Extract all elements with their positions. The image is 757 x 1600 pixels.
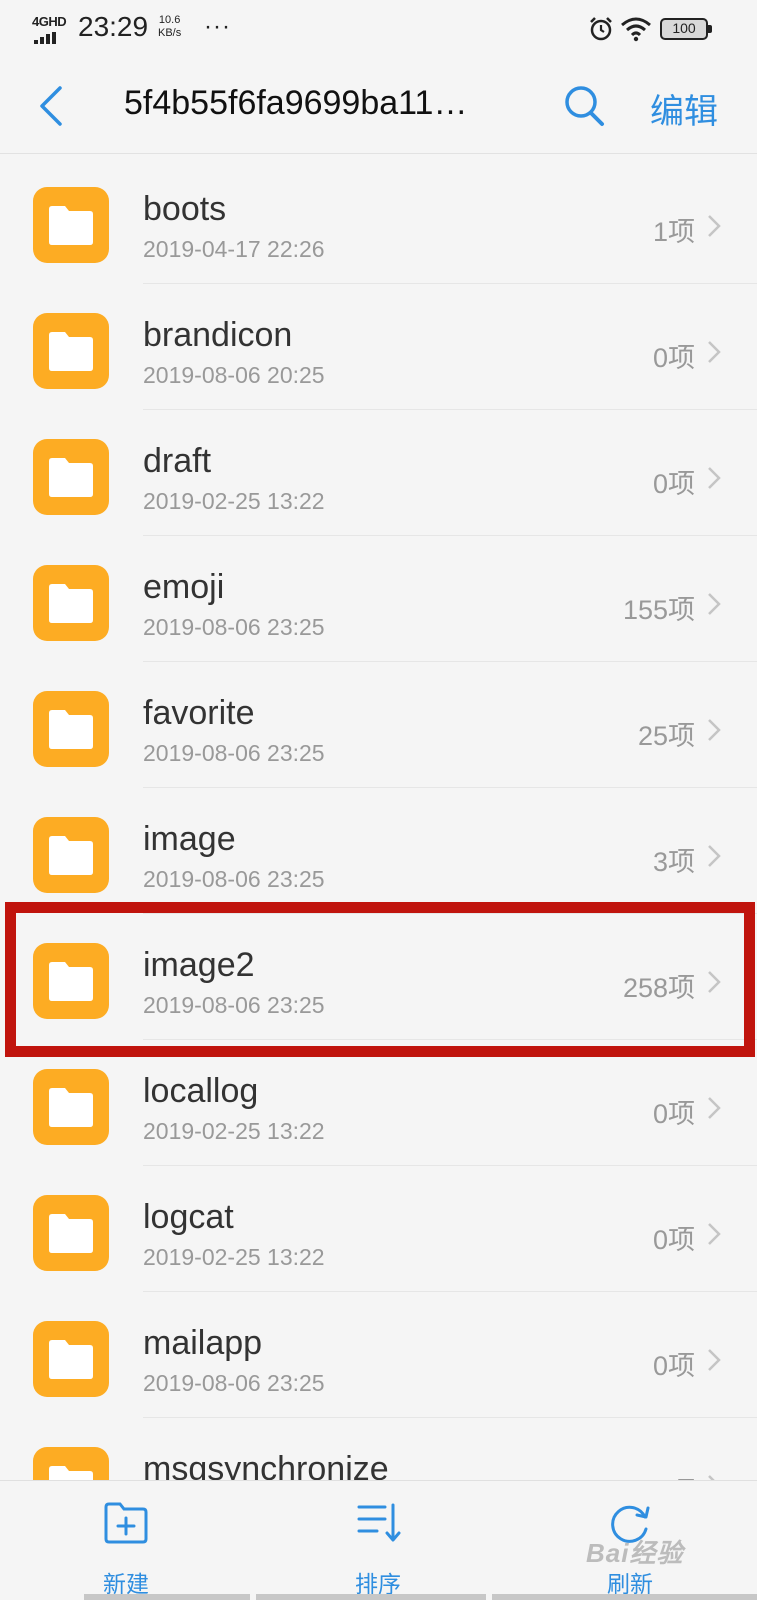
signal-indicator: 4GHD (32, 14, 68, 44)
speed-value: 10.6 (158, 14, 181, 26)
page-title: 5f4b55f6fa9699ba11… (124, 84, 468, 122)
folder-icon (33, 817, 109, 893)
chevron-right-icon (708, 1475, 715, 1480)
battery-level: 100 (672, 20, 696, 36)
battery-icon: 100 (660, 18, 712, 40)
chevron-right-icon (708, 215, 721, 237)
folder-icon (33, 565, 109, 641)
nav-indicator (84, 1594, 757, 1600)
list-item[interactable]: image 2019-08-06 23:25 3项 (0, 788, 757, 914)
list-item[interactable]: boots 2019-04-17 22:26 1项 (0, 158, 757, 284)
list-item[interactable]: logcat 2019-02-25 13:22 0项 (0, 1166, 757, 1292)
item-count: 0项 (652, 1351, 695, 1381)
highlight-annotation (5, 902, 755, 1057)
file-name: emoji (143, 568, 225, 606)
item-count: 0项 (652, 343, 695, 373)
wifi-icon (621, 17, 651, 42)
chevron-right-icon (708, 1349, 721, 1371)
file-name: image (143, 820, 236, 858)
file-date: 2019-08-06 23:25 (143, 866, 325, 892)
item-count: 3项 (652, 847, 695, 877)
chevron-right-icon (708, 845, 721, 867)
watermark: Bai经验 (586, 1538, 684, 1568)
header: 5f4b55f6fa9699ba11… 编辑 (0, 58, 757, 154)
file-name: favorite (143, 694, 255, 732)
file-name: brandicon (143, 316, 293, 354)
file-date: 2019-02-25 13:22 (143, 1244, 325, 1270)
file-date: 2019-02-25 13:22 (143, 488, 325, 514)
chevron-right-icon (708, 1097, 721, 1119)
folder-icon (33, 439, 109, 515)
folder-icon (33, 1069, 109, 1145)
folder-icon (33, 187, 109, 263)
item-count: 0项 (652, 1099, 695, 1129)
item-count: 0项 (653, 1470, 695, 1480)
speed-unit: KB/s (158, 27, 182, 39)
new-folder-button[interactable]: 新建 (66, 1481, 186, 1600)
file-name: logcat (143, 1198, 234, 1236)
item-count: 1项 (652, 217, 695, 247)
file-name: boots (143, 190, 227, 228)
file-list: boots 2019-04-17 22:26 1项 brandicon 2019… (0, 154, 757, 1480)
bottom-toolbar: 新建 排序 刷新 Bai经验 (0, 1480, 757, 1600)
list-item[interactable]: emoji 2019-08-06 23:25 155项 (0, 536, 757, 662)
sort-icon (357, 1503, 401, 1542)
list-item[interactable]: mailapp 2019-08-06 23:25 0项 (0, 1292, 757, 1418)
file-name: mailapp (143, 1324, 263, 1362)
back-button[interactable] (30, 80, 74, 132)
new-folder-icon (104, 1502, 148, 1544)
network-type: 4GHD (32, 14, 67, 29)
folder-icon (33, 1447, 109, 1480)
folder-icon (33, 1321, 109, 1397)
item-count: 0项 (652, 1225, 695, 1255)
folder-icon (33, 1195, 109, 1271)
alarm-icon (590, 17, 612, 41)
edit-button[interactable]: 编辑 (650, 84, 718, 133)
chevron-right-icon (708, 1223, 721, 1245)
list-item[interactable]: favorite 2019-08-06 23:25 25项 (0, 662, 757, 788)
chevron-right-icon (708, 719, 721, 741)
list-item[interactable]: locallog 2019-02-25 13:22 0项 (0, 1040, 757, 1166)
list-item[interactable]: draft 2019-02-25 13:22 0项 (0, 410, 757, 536)
file-date: 2019-02-25 13:22 (143, 1118, 325, 1144)
folder-icon (33, 691, 109, 767)
file-date: 2019-08-06 23:25 (143, 740, 325, 766)
list-item[interactable]: brandicon 2019-08-06 20:25 0项 (0, 284, 757, 410)
screen: 4GHD 23:29 10.6 KB/s ··· 100 5f4b55f6fa9… (0, 0, 757, 1600)
status-bar: 4GHD 23:29 10.6 KB/s ··· 100 (0, 0, 757, 58)
item-count: 0项 (652, 469, 695, 499)
chevron-right-icon (708, 593, 721, 615)
file-name: msgsynchronize (143, 1450, 389, 1480)
list-item[interactable]: msgsynchronize 0项 (0, 1418, 757, 1480)
folder-icon (33, 313, 109, 389)
file-date: 2019-04-17 22:26 (143, 236, 325, 262)
file-date: 2019-08-06 20:25 (143, 362, 325, 388)
chevron-right-icon (708, 467, 721, 489)
file-name: locallog (143, 1072, 259, 1110)
file-date: 2019-08-06 23:25 (143, 614, 325, 640)
file-name: draft (143, 442, 212, 480)
chevron-right-icon (708, 341, 721, 363)
item-count: 25项 (637, 721, 695, 751)
status-more-icon: ··· (204, 13, 231, 40)
signal-bars-icon (34, 32, 60, 44)
search-icon[interactable] (562, 82, 608, 130)
sort-button[interactable]: 排序 (318, 1481, 438, 1600)
item-count: 155项 (622, 595, 695, 625)
file-date: 2019-08-06 23:25 (143, 1370, 325, 1396)
status-time: 23:29 (78, 11, 149, 42)
network-speed: 10.6 KB/s (158, 14, 181, 40)
